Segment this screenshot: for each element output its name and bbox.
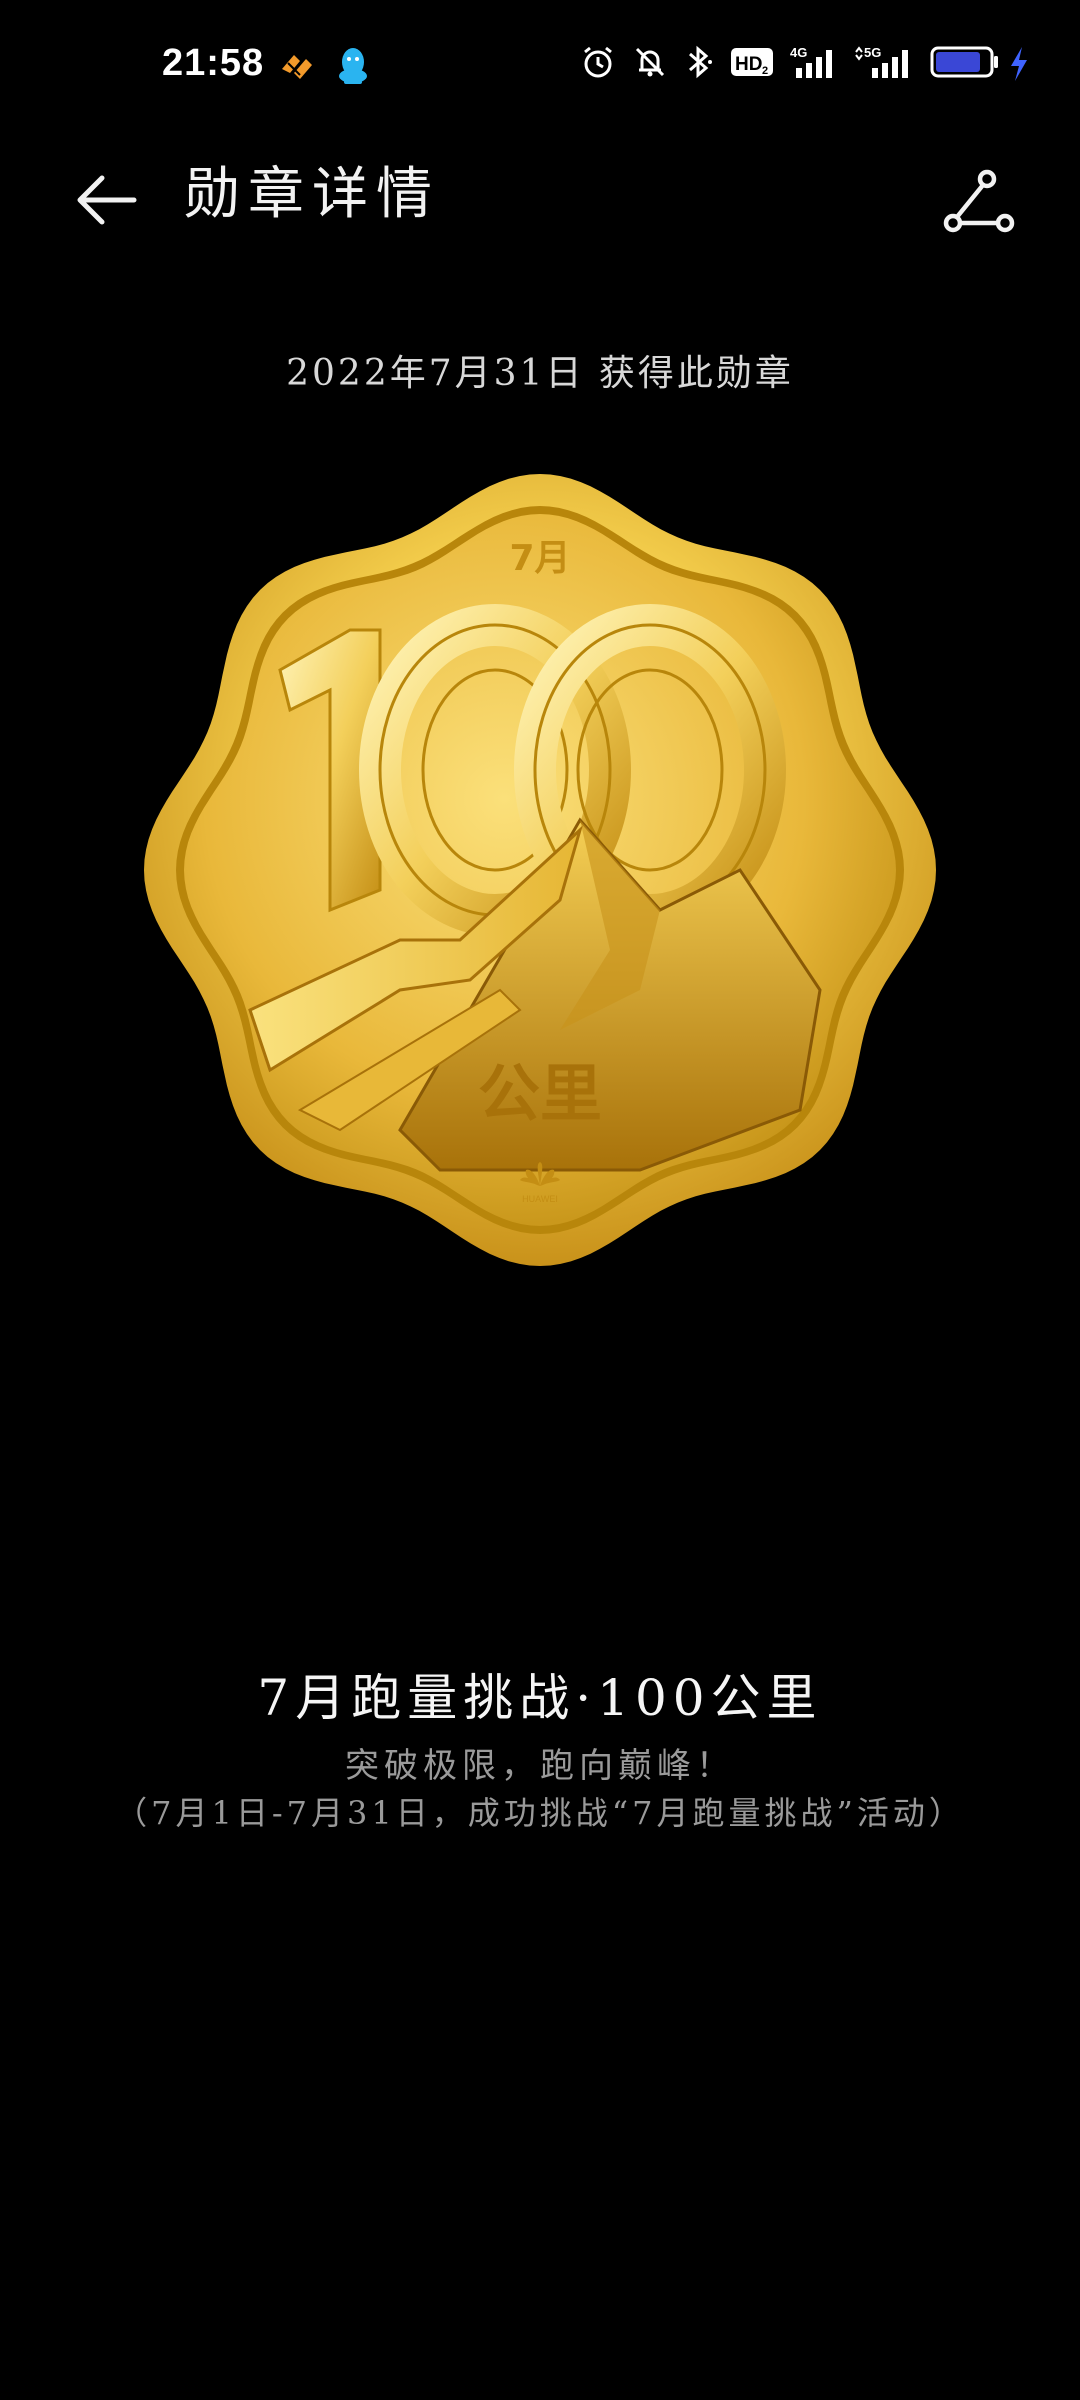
share-button[interactable] [934, 156, 1024, 246]
medal-month-label: 7月 [509, 538, 570, 579]
app-header: 勋章详情 [0, 140, 1080, 250]
alarm-icon [580, 44, 616, 80]
label-5g: 5G [864, 45, 881, 60]
bluetooth-icon [684, 44, 714, 80]
system-status-icons: HD 2 4G 5G [580, 44, 1000, 80]
badge-name: 7月跑量挑战·100公里 [257, 1669, 823, 1727]
arrow-left-icon [77, 175, 137, 225]
share-icon [943, 169, 1015, 233]
back-button[interactable] [66, 160, 146, 240]
hd-voice-icon: HD 2 [730, 46, 774, 78]
status-time: 21:58 [162, 42, 265, 84]
medal-image: 7月 公里 HUAWEI [144, 474, 936, 1266]
qq-penguin-icon [336, 46, 370, 90]
status-bar: 21:58 HD 2 4G 5G [0, 0, 1080, 140]
badge-slogan: 突破极限，跑向巅峰！ [345, 1746, 735, 1786]
page-title: 勋章详情 [184, 162, 440, 227]
hd-sub-label: 2 [762, 65, 768, 77]
notification-icons [278, 46, 370, 90]
medal-unit-label: 公里 [478, 1057, 602, 1130]
signal-5g-icon: 5G [854, 44, 914, 80]
award-date: 2022年7月31日 获得此勋章 [286, 353, 794, 394]
battery-icon [930, 45, 1000, 79]
hd-label: HD [735, 54, 762, 75]
charging-bolt-icon [1008, 46, 1030, 86]
label-4g: 4G [790, 45, 807, 60]
medal-badge: 7月 公里 HUAWEI [140, 470, 940, 1270]
signal-4g-icon: 4G [790, 44, 838, 80]
swirl-app-icon [278, 49, 318, 87]
badge-description: （7月1日-7月31日，成功挑战“7月跑量挑战”活动） [115, 1794, 965, 1832]
mute-bell-icon [632, 44, 668, 80]
medal-brand-text: HUAWEI [522, 1194, 558, 1204]
